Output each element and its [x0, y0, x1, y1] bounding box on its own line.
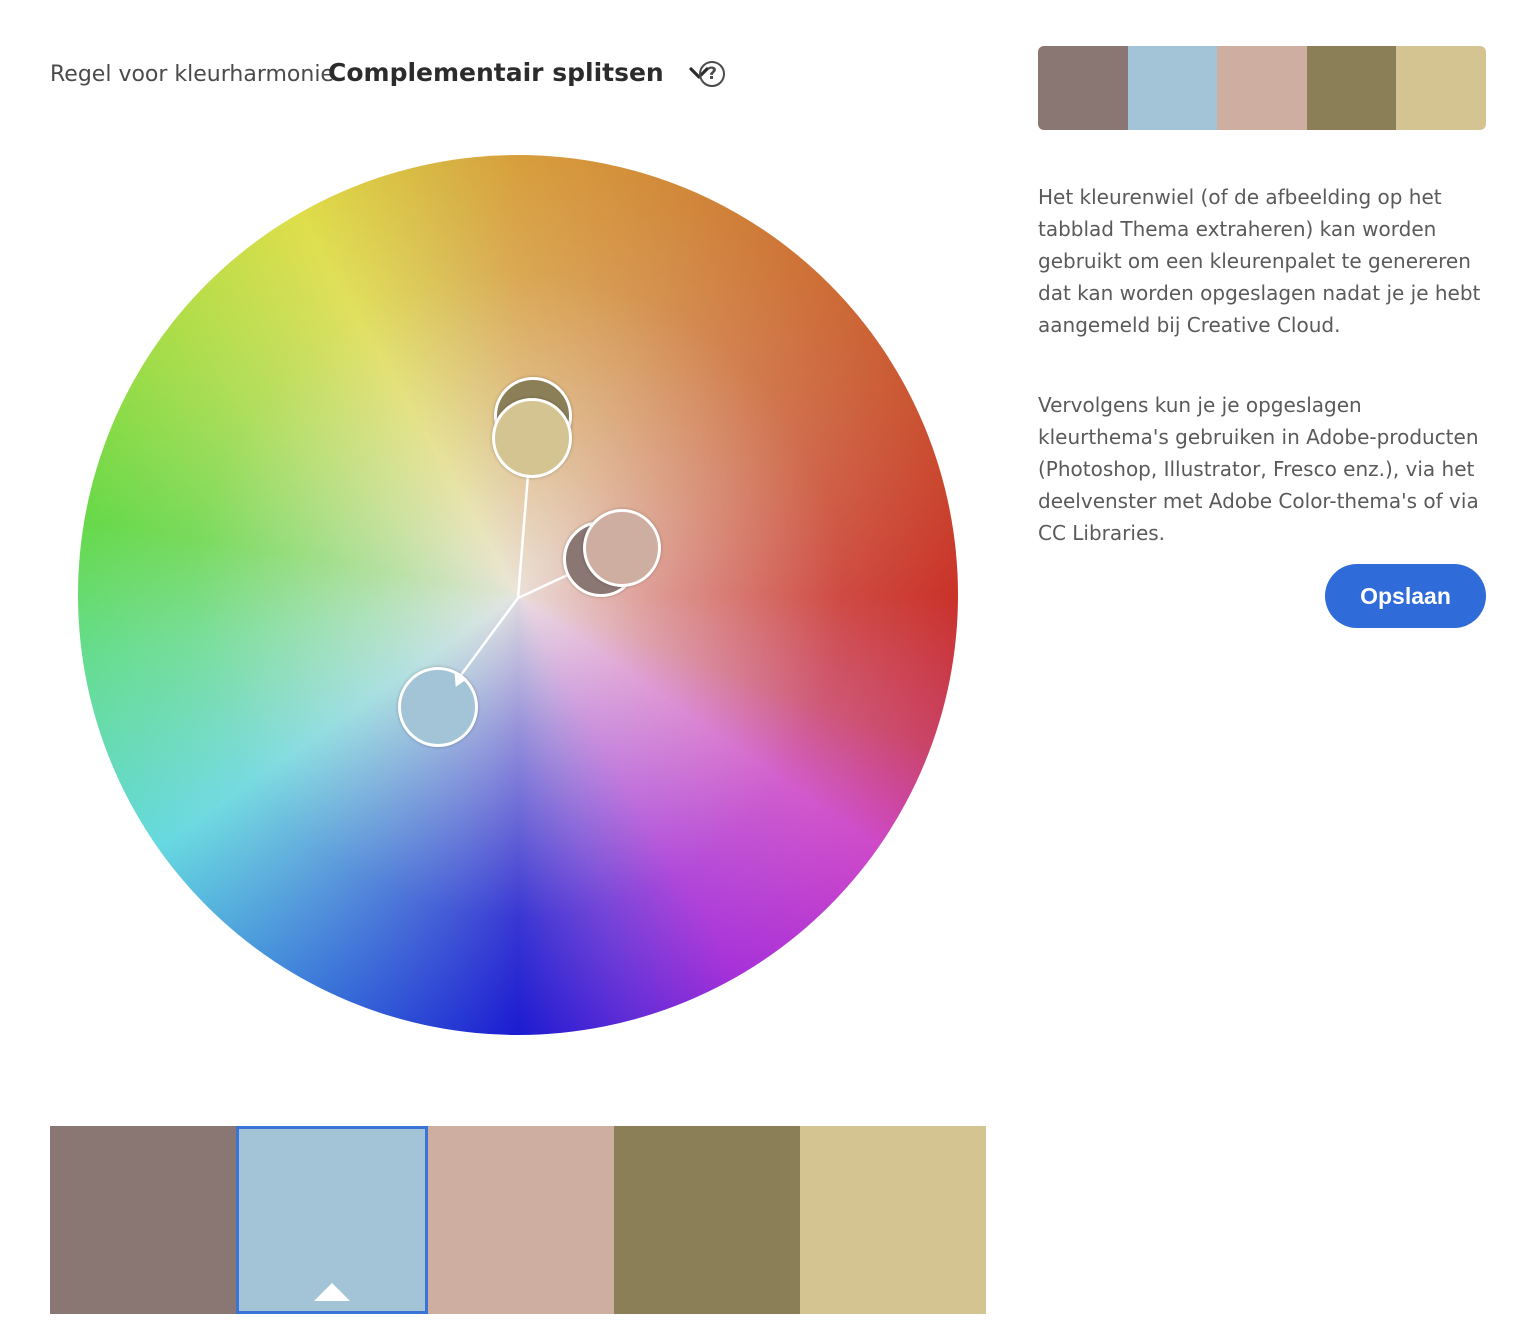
save-button[interactable]: Opslaan [1325, 564, 1486, 628]
color-handle-3[interactable] [583, 509, 661, 587]
palette-swatch-3[interactable] [428, 1126, 614, 1314]
color-palette [50, 1126, 986, 1314]
color-wheel[interactable] [78, 155, 958, 1035]
description-paragraph-1: Het kleurenwiel (of de afbeelding op het… [1038, 185, 1481, 337]
description-paragraph-2: Vervolgens kun je je opgeslagen kleurthe… [1038, 393, 1479, 545]
mini-palette [1038, 46, 1486, 130]
harmony-rule-label: Regel voor kleurharmonie [50, 62, 334, 87]
mini-swatch-3 [1217, 46, 1307, 130]
help-symbol: ? [707, 64, 717, 84]
palette-swatch-2[interactable] [236, 1126, 428, 1314]
mini-swatch-1 [1038, 46, 1128, 130]
color-handle-5[interactable] [492, 398, 572, 478]
palette-swatch-1[interactable] [50, 1126, 236, 1314]
mini-swatch-4 [1306, 46, 1397, 130]
mini-swatch-5 [1396, 46, 1486, 130]
harmony-rule-value: Complementair splitsen [328, 58, 664, 87]
help-icon[interactable]: ? [699, 61, 725, 87]
selected-swatch-indicator [314, 1283, 350, 1301]
palette-swatch-5[interactable] [800, 1126, 986, 1314]
mini-swatch-2 [1127, 46, 1218, 130]
palette-swatch-4[interactable] [614, 1126, 800, 1314]
harmony-rule-dropdown[interactable]: Complementair splitsen [328, 58, 712, 87]
